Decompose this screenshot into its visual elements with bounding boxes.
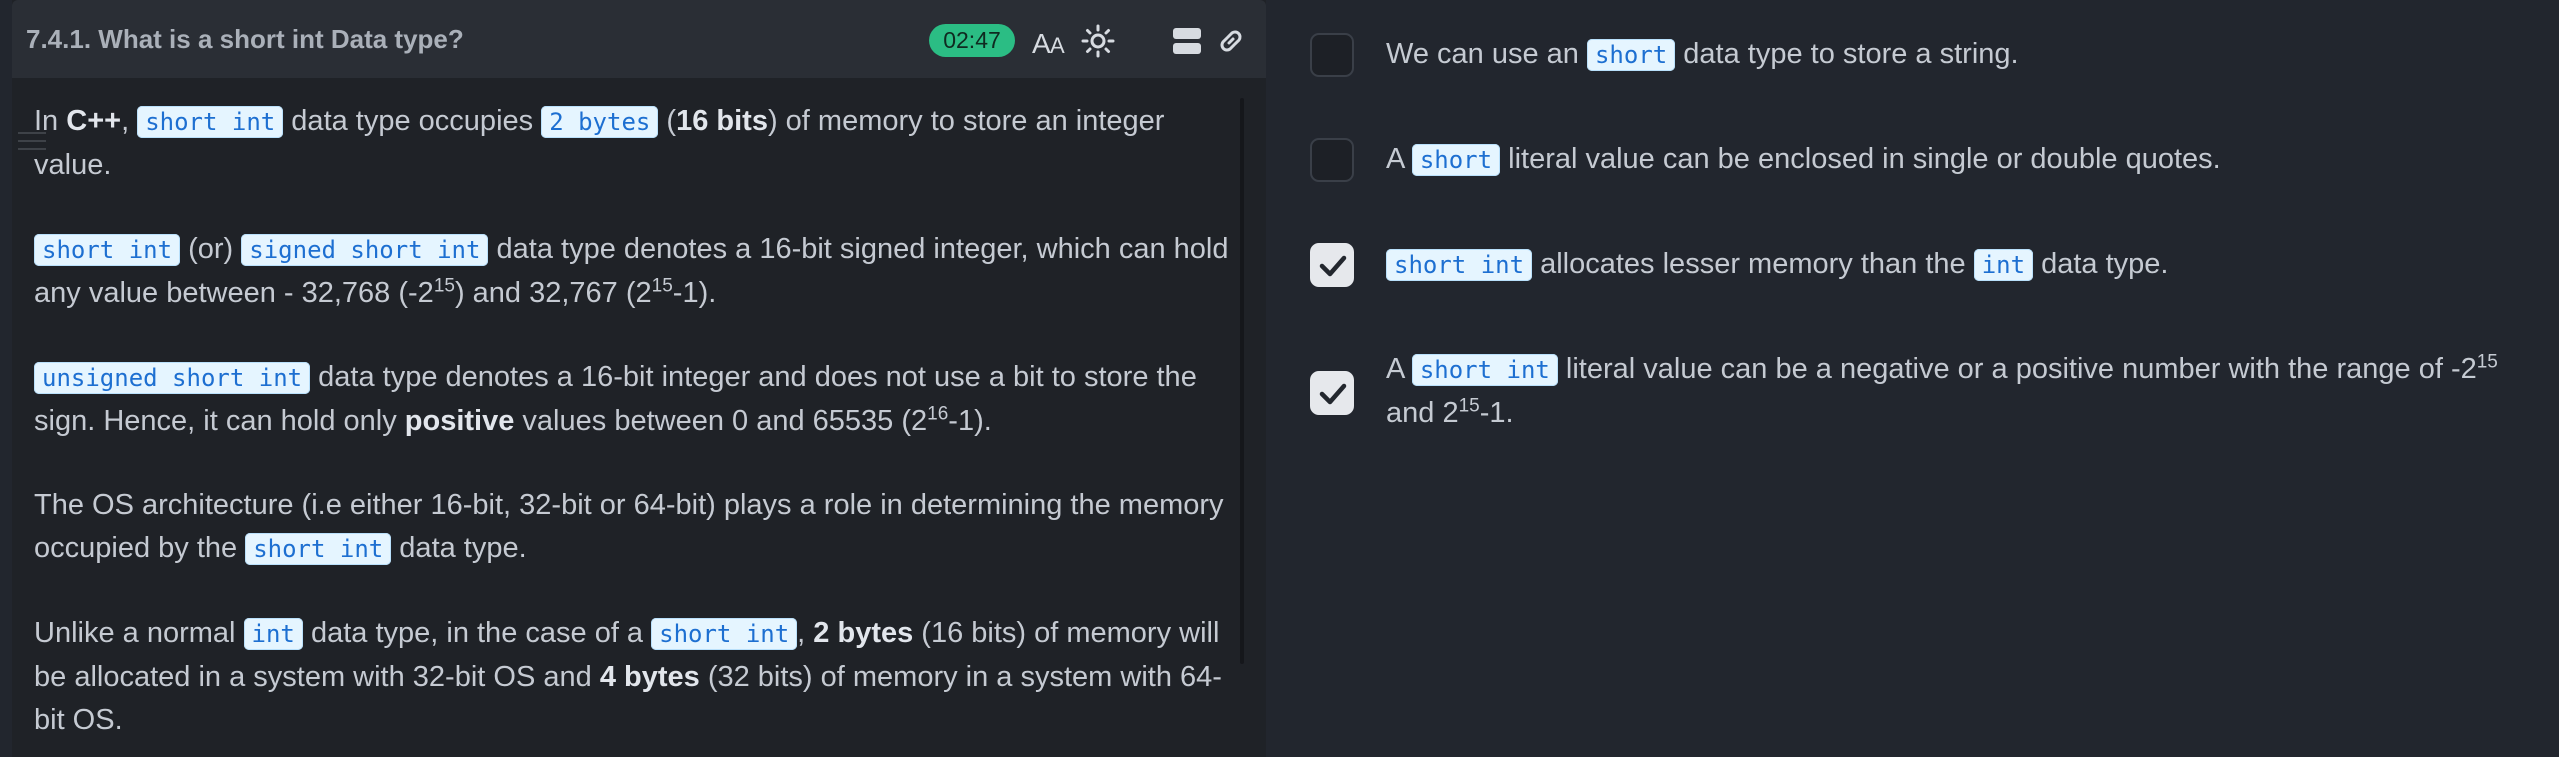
text: A	[1386, 353, 1412, 385]
text: -1.	[1479, 397, 1514, 429]
text: (or)	[180, 233, 242, 265]
code-snippet: short int	[1411, 354, 1558, 386]
text: values between 0 and 65535 (2	[514, 405, 928, 437]
code-snippet: signed short int	[241, 234, 489, 266]
code-snippet: short int	[34, 234, 181, 266]
text: allocates lesser memory than the	[1532, 248, 1974, 280]
content-scrollbar[interactable]	[1240, 98, 1244, 664]
superscript: 15	[651, 275, 673, 297]
code-snippet: short int	[245, 533, 392, 565]
theme-toggle-icon[interactable]	[1077, 20, 1119, 62]
checkmark-icon	[1319, 383, 1347, 405]
code-snippet: int	[243, 618, 303, 650]
bold-text: C++	[66, 105, 122, 137]
lesson-title: 7.4.1. What is a short int Data type?	[26, 24, 464, 54]
option-3-text: short int allocates lesser memory than t…	[1386, 243, 2546, 287]
text: Unlike a normal	[34, 617, 244, 649]
text: data type, in the case of a	[302, 617, 652, 649]
bold-text: 4 bytes	[599, 661, 700, 693]
superscript: 16	[927, 403, 949, 425]
svg-text:A: A	[1050, 33, 1065, 56]
text: data type occupies	[283, 105, 542, 137]
timer-badge: 02:47	[929, 24, 1015, 57]
bold-text: positive	[404, 405, 515, 437]
paragraph-os-architecture: The OS architecture (i.e either 16-bit, …	[34, 484, 1249, 571]
code-snippet: int	[1973, 249, 2034, 281]
svg-text:A: A	[1032, 28, 1051, 56]
code-snippet: short int	[137, 106, 284, 138]
options-panel: We can use an short data type to store a…	[1310, 0, 2559, 757]
superscript: 15	[433, 275, 455, 297]
text: ,	[797, 617, 814, 649]
text: In	[34, 105, 67, 137]
option-4-checkbox[interactable]	[1310, 371, 1354, 415]
paragraph-memory-allocation: Unlike a normal int data type, in the ca…	[34, 612, 1249, 742]
bold-text: 16 bits	[676, 105, 768, 137]
paragraph-unsigned-short-int: unsigned short int data type denotes a 1…	[34, 356, 1249, 443]
option-1-text: We can use an short data type to store a…	[1386, 33, 2546, 77]
text: -1).	[672, 277, 717, 309]
lesson-header: 7.4.1. What is a short int Data type? 02…	[12, 0, 1266, 78]
option-2-text: A short literal value can be enclosed in…	[1386, 138, 2546, 182]
text: A	[1386, 143, 1412, 175]
lesson-panel: 7.4.1. What is a short int Data type? 02…	[12, 0, 1266, 757]
bold-text: 2 bytes	[813, 617, 914, 649]
option-1-checkbox[interactable]	[1310, 33, 1354, 77]
text: ,	[121, 105, 138, 137]
code-snippet: short	[1586, 39, 1676, 71]
superscript: 15	[1458, 395, 1480, 417]
layout-toggle-icon[interactable]	[1166, 20, 1208, 62]
text: data type to store a string.	[1675, 38, 2019, 70]
paragraph-signed-short-int: short int (or) signed short int data typ…	[34, 228, 1249, 315]
text: literal value can be a negative or a pos…	[1557, 353, 2477, 385]
checkmark-icon	[1319, 255, 1347, 277]
text: The OS architecture (i.e either 16-bit, …	[34, 489, 1224, 564]
text: We can use an	[1386, 38, 1587, 70]
link-icon[interactable]	[1210, 20, 1252, 62]
code-snippet: short int	[1386, 249, 1533, 281]
option-2-checkbox[interactable]	[1310, 138, 1354, 182]
paragraph-cpp-short-int: In C++, short int data type occupies 2 b…	[34, 100, 1249, 187]
text: -1).	[948, 405, 992, 437]
text: literal value can be enclosed in single …	[1500, 143, 2221, 175]
text: data type.	[391, 532, 527, 564]
option-3-checkbox[interactable]	[1310, 243, 1354, 287]
code-snippet: short int	[651, 618, 798, 650]
code-snippet: 2 bytes	[541, 106, 659, 138]
option-4-text: A short int literal value can be a negat…	[1386, 348, 2546, 435]
superscript: 15	[2476, 351, 2498, 373]
code-snippet: short	[1411, 144, 1501, 176]
text: data type.	[2033, 248, 2169, 280]
text: (	[658, 105, 677, 137]
lesson-content: In C++, short int data type occupies 2 b…	[34, 100, 1249, 757]
text: and 2	[1386, 397, 1459, 429]
code-snippet: unsigned short int	[34, 362, 311, 394]
text: ) and 32,767 (2	[454, 277, 652, 309]
font-size-icon[interactable]: A A	[1030, 20, 1072, 62]
